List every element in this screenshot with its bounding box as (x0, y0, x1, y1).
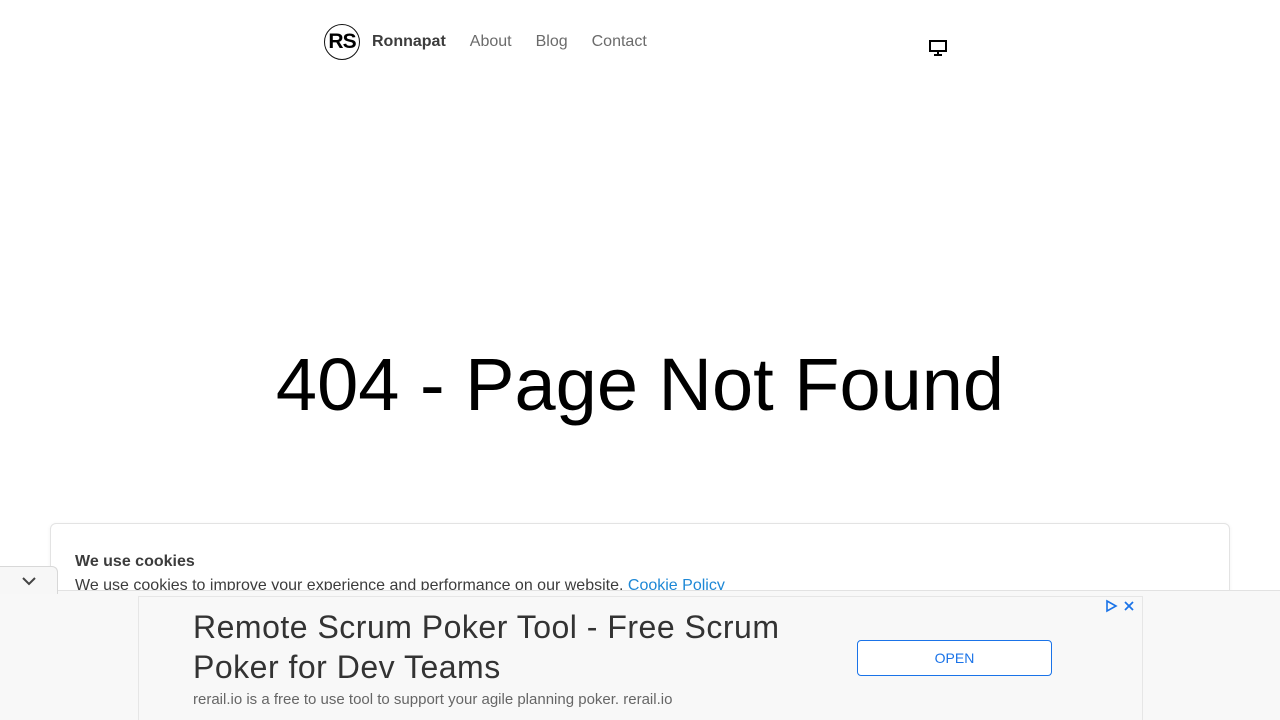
site-header: RS Ronnapat About Blog Contact (324, 24, 647, 60)
nav-link-blog[interactable]: Blog (536, 33, 568, 51)
nav-link-contact[interactable]: Contact (592, 33, 647, 51)
nav-link-about[interactable]: About (470, 33, 512, 51)
close-icon[interactable] (1122, 599, 1136, 613)
brand-link[interactable]: Ronnapat (372, 33, 446, 51)
chevron-down-icon (21, 576, 36, 585)
page: RS Ronnapat About Blog Contact 404 - Pag… (0, 0, 1280, 720)
ad-open-button[interactable]: OPEN (857, 640, 1052, 676)
theme-toggle-button[interactable] (928, 38, 948, 58)
ad-headline[interactable]: Remote Scrum Poker Tool - Free Scrum Pok… (193, 607, 833, 687)
cookie-title: We use cookies (75, 553, 195, 570)
ad-controls (1104, 599, 1136, 613)
monitor-icon (929, 40, 947, 56)
adchoices-icon[interactable] (1104, 599, 1118, 613)
logo[interactable]: RS (324, 24, 360, 60)
page-title: 404 - Page Not Found (275, 343, 1005, 426)
ad-description: rerail.io is a free to use tool to suppo… (193, 691, 673, 708)
collapse-ad-button[interactable] (0, 566, 58, 594)
ad-banner[interactable]: Remote Scrum Poker Tool - Free Scrum Pok… (138, 596, 1143, 720)
